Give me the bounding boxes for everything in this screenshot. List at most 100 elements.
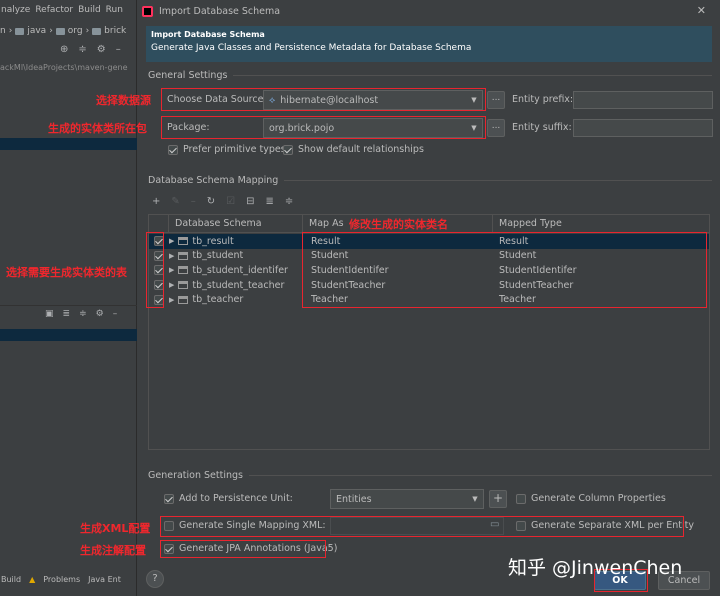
- annotation-jpa: 生成注解配置: [80, 544, 146, 557]
- check-icon[interactable]: ☑: [226, 196, 235, 207]
- entity-prefix-input[interactable]: [573, 91, 713, 109]
- row-checkbox[interactable]: [154, 250, 164, 261]
- row-checkbox[interactable]: [154, 236, 164, 247]
- locate-icon[interactable]: ⊕: [60, 44, 68, 55]
- map-as-cell[interactable]: Student: [303, 250, 493, 261]
- map-as-cell[interactable]: Result: [303, 236, 493, 247]
- map-as-cell[interactable]: Teacher: [303, 294, 493, 305]
- browse-ds-button[interactable]: ...: [487, 91, 505, 109]
- row-checkbox[interactable]: [154, 294, 164, 305]
- gen-column-props-checkbox[interactable]: [516, 493, 526, 504]
- gen-column-props-label: Generate Column Properties: [531, 493, 666, 504]
- prefer-primitive-checkbox[interactable]: [168, 144, 178, 155]
- help-button[interactable]: ?: [146, 570, 164, 588]
- mapped-type-cell[interactable]: Teacher: [493, 294, 693, 305]
- gen-jpa-checkbox[interactable]: [164, 543, 174, 554]
- breadcrumb: n › java › org › brick: [0, 22, 137, 40]
- datasource-icon: ⟡: [269, 94, 276, 106]
- data-source-value: hibernate@localhost: [280, 94, 379, 106]
- close-icon[interactable]: ✕: [697, 4, 706, 17]
- mapping-section-header: Database Schema Mapping: [148, 175, 712, 186]
- show-default-rel-row[interactable]: Show default relationships: [283, 144, 424, 155]
- entity-suffix-input[interactable]: [573, 119, 713, 137]
- map-as-cell[interactable]: StudentTeacher: [303, 280, 493, 291]
- table-row[interactable]: ▶ tb_teacher Teacher Teacher: [149, 292, 709, 307]
- row-checkbox[interactable]: [154, 265, 164, 276]
- breadcrumb-item[interactable]: java: [27, 26, 46, 36]
- collapse-all-icon[interactable]: ≑: [285, 196, 293, 207]
- table-row[interactable]: ▶ tb_student_identifer StudentIdentifer S…: [149, 263, 709, 278]
- menu-analyze[interactable]: nalyze: [1, 5, 30, 15]
- menu-run[interactable]: Run: [106, 5, 123, 15]
- table-icon: [178, 237, 189, 246]
- expand-triangle-icon[interactable]: ▶: [169, 296, 174, 304]
- gear-icon[interactable]: ⚙: [96, 309, 104, 319]
- persistence-unit-combo[interactable]: Entities ▼: [330, 489, 484, 509]
- menu-build[interactable]: Build: [78, 5, 101, 15]
- expand-triangle-icon[interactable]: ▶: [169, 237, 174, 245]
- gen-single-xml-row[interactable]: Generate Single Mapping XML:: [164, 520, 326, 531]
- browse-package-button[interactable]: ...: [487, 119, 505, 137]
- mapped-type-cell[interactable]: Result: [493, 236, 693, 247]
- chevron-down-icon: ▼: [471, 96, 477, 104]
- status-bar: Build ▲ Problems Java Ent: [0, 570, 137, 588]
- expand-triangle-icon[interactable]: ▶: [169, 252, 174, 260]
- collapse-icon[interactable]: ≑: [79, 309, 87, 319]
- status-java-ent[interactable]: Java Ent: [88, 575, 121, 584]
- breadcrumb-item[interactable]: n: [0, 26, 6, 36]
- gen-separate-xml-checkbox[interactable]: [516, 520, 526, 531]
- gear-icon[interactable]: ⚙: [97, 44, 106, 55]
- show-default-rel-checkbox[interactable]: [283, 144, 293, 155]
- folder-icon: [55, 27, 65, 35]
- menu-refactor[interactable]: Refactor: [35, 5, 73, 15]
- gen-separate-xml-row[interactable]: Generate Separate XML per Entity: [516, 520, 694, 531]
- menu-bar: nalyze Refactor Build Run: [0, 0, 137, 20]
- breadcrumb-item[interactable]: org: [68, 26, 83, 36]
- collapse-icon[interactable]: ≑: [78, 44, 86, 55]
- column-header[interactable]: Database Schema: [169, 215, 303, 232]
- status-build[interactable]: Build: [1, 575, 21, 584]
- table-row[interactable]: ▶ tb_result Result Result: [149, 234, 709, 249]
- remove-icon[interactable]: –: [191, 196, 196, 207]
- mapping-toolbar: + ✎ – ↻ ☑ ⊟ ≣ ≑: [152, 196, 293, 207]
- gen-column-props-row[interactable]: Generate Column Properties: [516, 493, 666, 504]
- add-to-pu-row[interactable]: Add to Persistence Unit:: [164, 493, 293, 504]
- expand-triangle-icon[interactable]: ▶: [169, 266, 174, 274]
- uncheck-icon[interactable]: ⊟: [246, 196, 254, 207]
- xml-path-input[interactable]: [330, 517, 504, 535]
- folder-icon: [15, 27, 25, 35]
- panel-toolbar: ▣ ≣ ≑ ⚙ –: [0, 305, 137, 321]
- edit-icon[interactable]: ✎: [171, 196, 179, 207]
- add-icon[interactable]: +: [152, 196, 160, 207]
- minimize-icon[interactable]: –: [113, 309, 118, 319]
- table-row[interactable]: ▶ tb_student Student Student: [149, 249, 709, 264]
- refresh-icon[interactable]: ↻: [207, 196, 215, 207]
- map-as-cell[interactable]: StudentIdentifer: [303, 265, 493, 276]
- entity-prefix-label: Entity prefix:: [512, 94, 574, 105]
- column-header[interactable]: Mapped Type: [493, 215, 709, 232]
- gen-separate-xml-label: Generate Separate XML per Entity: [531, 520, 694, 531]
- breadcrumb-item[interactable]: brick: [104, 26, 126, 36]
- data-source-combo[interactable]: ⟡ hibernate@localhost ▼: [263, 90, 483, 110]
- expand-icon[interactable]: ≣: [63, 309, 71, 319]
- header-banner: Import Database Schema Generate Java Cla…: [146, 26, 712, 62]
- sql-icon[interactable]: ▣: [45, 309, 54, 319]
- gen-single-xml-checkbox[interactable]: [164, 520, 174, 531]
- expand-all-icon[interactable]: ≣: [266, 196, 274, 207]
- add-to-pu-checkbox[interactable]: [164, 493, 174, 504]
- folder-icon[interactable]: ▭: [490, 519, 499, 530]
- status-problems[interactable]: Problems: [43, 575, 80, 584]
- prefer-primitive-row[interactable]: Prefer primitive types: [168, 144, 286, 155]
- minimize-icon[interactable]: –: [116, 44, 121, 55]
- package-combo[interactable]: org.brick.pojo ▼: [263, 118, 483, 138]
- expand-triangle-icon[interactable]: ▶: [169, 281, 174, 289]
- row-checkbox[interactable]: [154, 280, 164, 291]
- table-name: tb_teacher: [192, 294, 244, 306]
- add-pu-button[interactable]: +: [489, 490, 507, 508]
- mapped-type-cell[interactable]: Student: [493, 250, 693, 261]
- gen-jpa-row[interactable]: Generate JPA Annotations (Java5): [164, 543, 337, 554]
- table-row[interactable]: ▶ tb_student_teacher StudentTeacher Stude…: [149, 278, 709, 293]
- mapped-type-cell[interactable]: StudentTeacher: [493, 280, 693, 291]
- pu-value: Entities: [336, 493, 372, 505]
- mapped-type-cell[interactable]: StudentIdentifer: [493, 265, 693, 276]
